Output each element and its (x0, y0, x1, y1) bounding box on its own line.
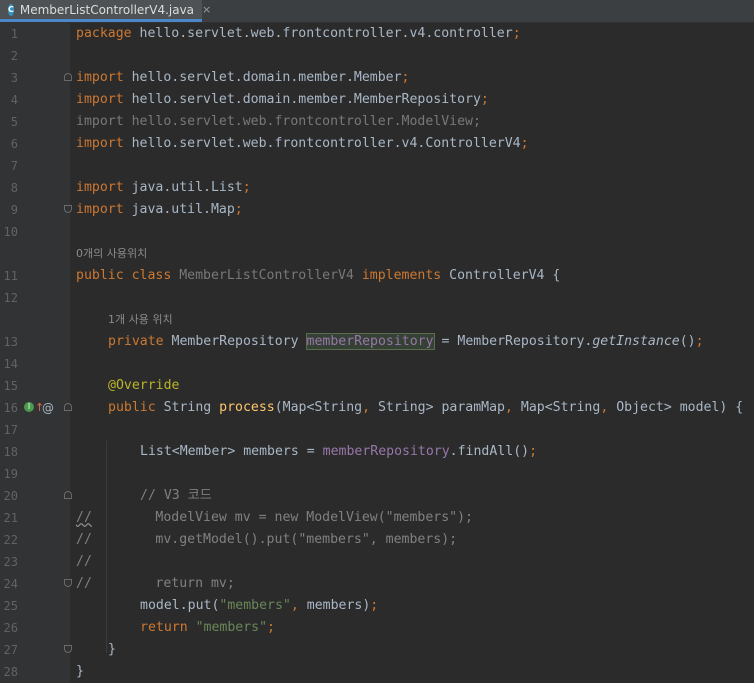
line-number: 23 (3, 555, 18, 569)
usage-hint[interactable]: 1개 사용 위치 (108, 309, 173, 331)
fold-icon[interactable] (64, 403, 72, 411)
line-code: // ModelView mv = new ModelView("members… (76, 510, 473, 525)
line-code: } (76, 664, 84, 679)
line-number: 22 (3, 533, 18, 547)
line-code: private MemberRepository memberRepositor… (108, 333, 704, 350)
line-number: 19 (3, 467, 18, 481)
line-number: 27 (3, 643, 18, 657)
code-line: 21 // ModelView mv = new ModelView("memb… (0, 507, 754, 529)
editor-tab-bar: C MemberListControllerV4.java × (0, 0, 754, 23)
highlighted-field: memberRepository (305, 333, 435, 350)
line-number: 6 (10, 137, 18, 151)
line-code: model.put("members", members); (140, 598, 379, 613)
line-number: 18 (3, 445, 18, 459)
line-number: 21 (3, 511, 18, 525)
line-number: 13 (3, 335, 18, 349)
line-number: 1 (10, 27, 18, 41)
code-line: 8 import java.util.List; (0, 177, 754, 199)
code-line: 3 import hello.servlet.domain.member.Mem… (0, 67, 754, 89)
line-number: 16 (3, 401, 18, 415)
code-line: 19 (0, 463, 754, 485)
file-tab[interactable]: C MemberListControllerV4.java × (0, 0, 211, 22)
code-line: 20 // V3 코드 (0, 485, 754, 507)
code-line: 4 import hello.servlet.domain.member.Mem… (0, 89, 754, 111)
line-code: // (76, 554, 92, 569)
line-number: 15 (3, 379, 18, 393)
code-line: 22 // mv.getModel().put("members", membe… (0, 529, 754, 551)
line-code: import hello.servlet.web.frontcontroller… (76, 136, 529, 151)
usage-hint-line: 1개 사용 위치 (0, 309, 754, 331)
code-line: 17 (0, 419, 754, 441)
code-line: 5 import hello.servlet.web.frontcontroll… (0, 111, 754, 133)
code-line: 2 (0, 45, 754, 67)
code-line: 27 } (0, 639, 754, 661)
code-editor[interactable]: 1 package hello.servlet.web.frontcontrol… (0, 23, 754, 683)
line-number: 14 (3, 357, 18, 371)
line-code: import java.util.Map; (76, 202, 243, 217)
line-number: 3 (10, 71, 18, 85)
line-code: // mv.getModel().put("members", members)… (76, 532, 458, 547)
java-class-icon: C (8, 3, 14, 16)
line-number: 25 (3, 599, 18, 613)
line-number: 26 (3, 621, 18, 635)
line-number: 12 (3, 291, 18, 305)
line-code: package hello.servlet.web.frontcontrolle… (76, 26, 521, 41)
line-code: return "members"; (140, 620, 275, 635)
code-line: 13 private MemberRepository memberReposi… (0, 331, 754, 353)
line-number: 9 (10, 203, 18, 217)
line-number: 8 (10, 181, 18, 195)
line-number: 5 (10, 115, 18, 129)
line-code: // V3 코드 (140, 488, 212, 503)
usage-hint-line: 0개의 사용위치 (0, 243, 754, 265)
usage-hint[interactable]: 0개의 사용위치 (76, 243, 147, 265)
code-line: 9 import java.util.Map; (0, 199, 754, 221)
code-line: 26 return "members"; (0, 617, 754, 639)
line-number: 4 (10, 93, 18, 107)
line-number: 11 (3, 269, 18, 283)
implements-method-icon[interactable]: I (24, 402, 34, 412)
fold-icon[interactable] (64, 645, 72, 653)
line-code: // return mv; (76, 576, 235, 591)
code-line: 11 public class MemberListControllerV4 i… (0, 265, 754, 287)
code-line: 7 (0, 155, 754, 177)
code-line: 18 List<Member> members = memberReposito… (0, 441, 754, 463)
line-code: import java.util.List; (76, 180, 251, 195)
fold-icon[interactable] (64, 205, 72, 213)
line-code: import hello.servlet.domain.member.Membe… (76, 70, 410, 85)
line-code: import hello.servlet.domain.member.Membe… (76, 92, 489, 107)
fold-icon[interactable] (64, 491, 72, 499)
line-number: 17 (3, 423, 18, 437)
code-line: 15 @Override (0, 375, 754, 397)
line-code: public class MemberListControllerV4 impl… (76, 268, 561, 283)
line-number: 10 (3, 225, 18, 239)
code-line: 6 import hello.servlet.web.frontcontroll… (0, 133, 754, 155)
line-number: 7 (10, 159, 18, 173)
fold-icon[interactable] (64, 579, 72, 587)
file-tab-label: MemberListControllerV4.java (19, 2, 195, 17)
line-number: 2 (10, 49, 18, 63)
code-line: 23 // (0, 551, 754, 573)
fold-icon[interactable] (64, 73, 72, 81)
code-line: 24 // return mv; (0, 573, 754, 595)
line-number: 28 (3, 665, 18, 679)
line-code: } (108, 642, 116, 657)
code-line: 25 model.put("members", members); (0, 595, 754, 617)
line-code: public String process(Map<String, String… (108, 400, 744, 415)
code-line: 10 (0, 221, 754, 243)
line-code: List<Member> members = memberRepository.… (140, 444, 538, 459)
line-number: 24 (3, 577, 18, 591)
code-line: 12 (0, 287, 754, 309)
code-line: 16 I ↑ @ public String process(Map<Strin… (0, 397, 754, 419)
override-icon[interactable]: @ (42, 397, 54, 419)
code-line: 1 package hello.servlet.web.frontcontrol… (0, 23, 754, 45)
line-code: @Override (108, 378, 180, 393)
code-line: 14 (0, 353, 754, 375)
code-line: 28 } (0, 661, 754, 683)
unused-import: import hello.servlet.web.frontcontroller… (76, 114, 481, 129)
close-icon[interactable]: × (202, 3, 211, 16)
line-number: 20 (3, 489, 18, 503)
